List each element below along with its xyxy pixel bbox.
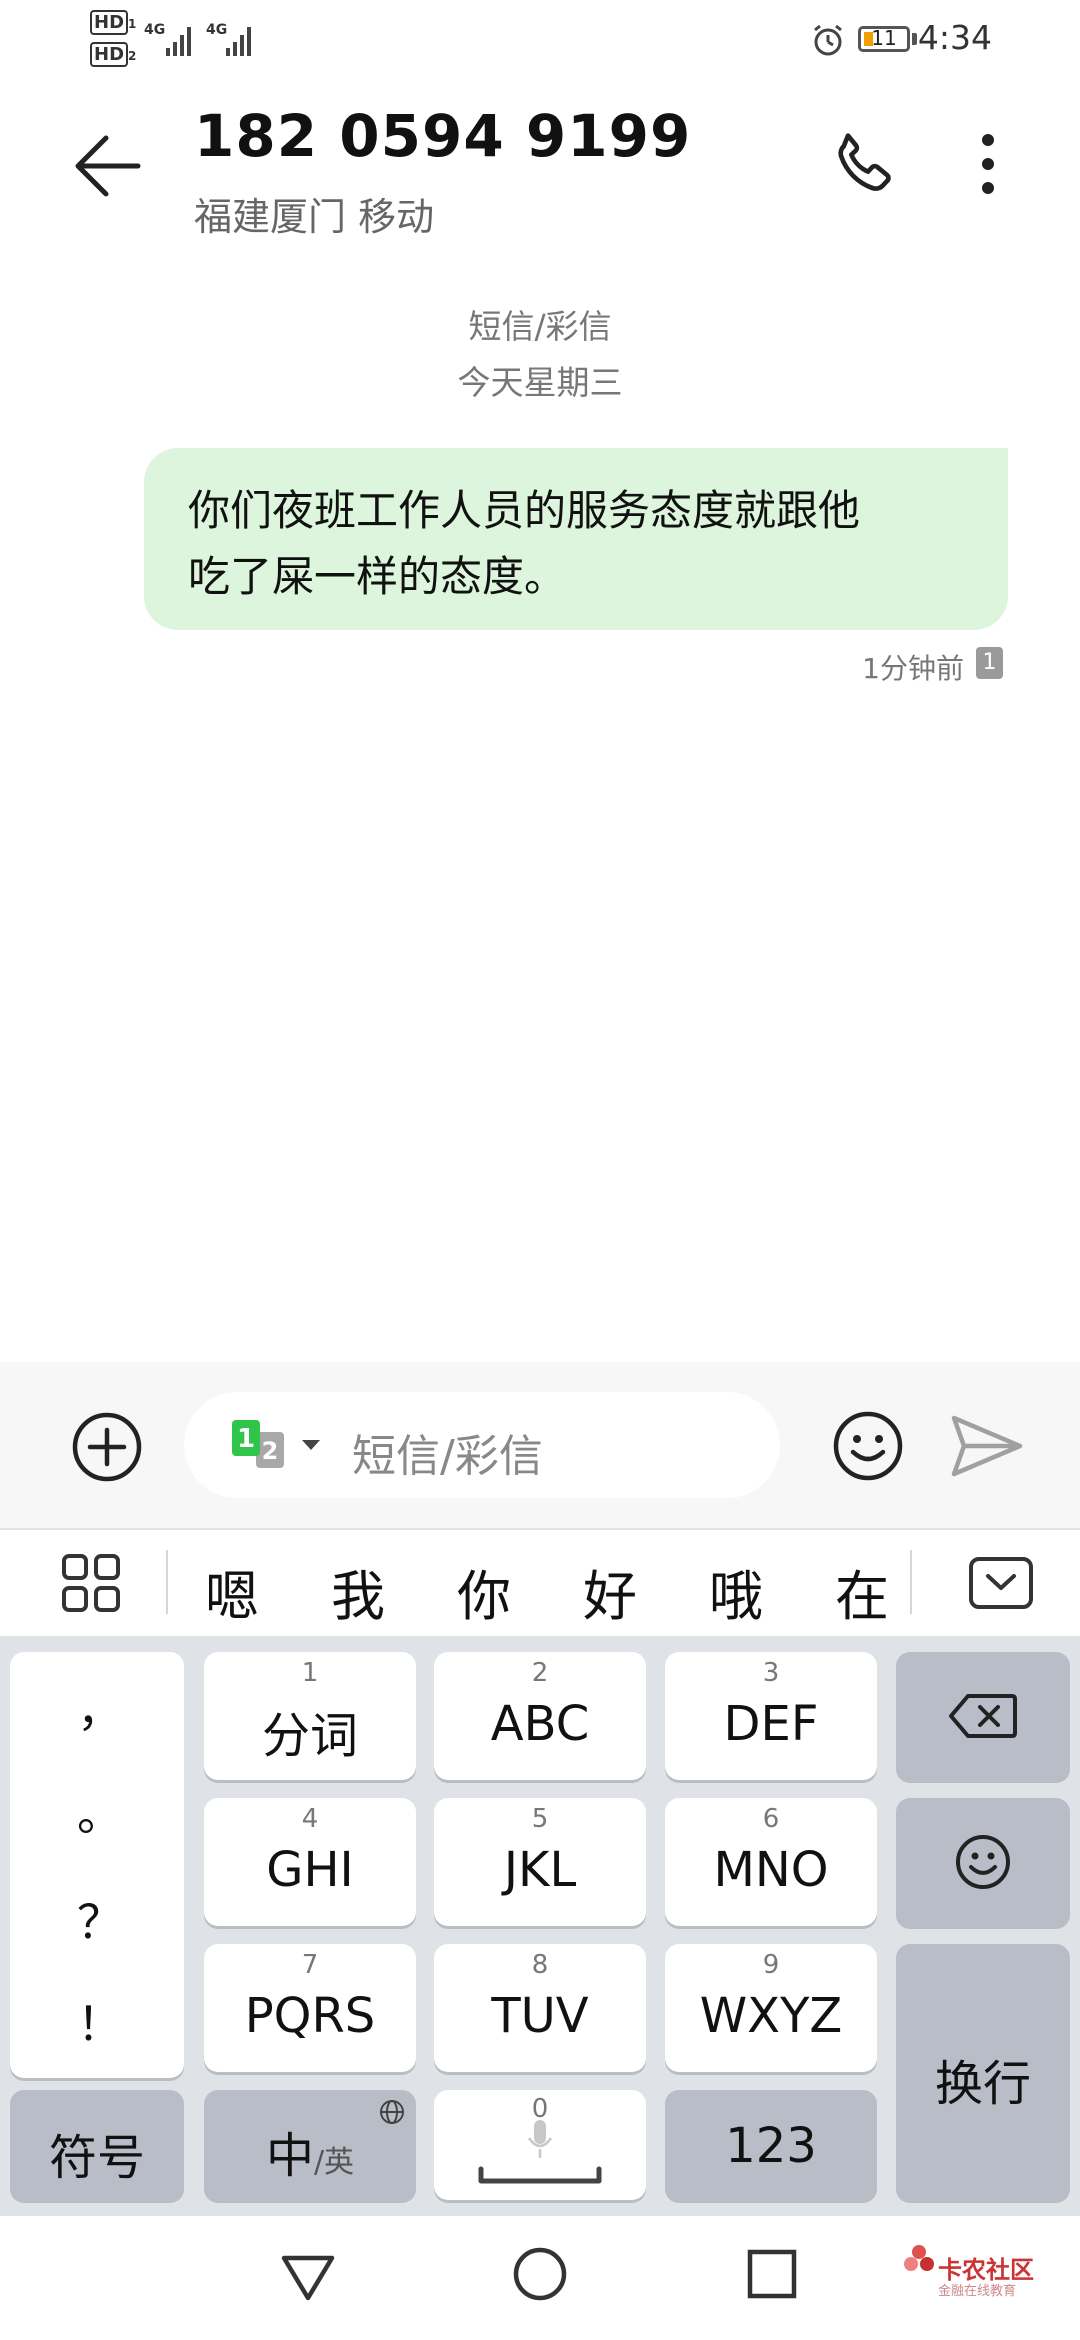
navigation-bar [0, 2216, 1080, 2340]
nav-back-icon [281, 2255, 335, 2301]
backspace-key[interactable] [896, 1652, 1070, 1780]
message-text-line: 你们夜班工作人员的服务态度就跟他 [188, 486, 861, 535]
contact-location: 福建厦门 移动 [194, 195, 435, 239]
numeric-key[interactable]: 123 [665, 2090, 877, 2200]
contact-number: 182 0594 9199 [194, 102, 692, 170]
key-6[interactable]: 6 MNO [665, 1798, 877, 1926]
punctuation-panel: ， 。 ？ ！ [10, 1652, 184, 2078]
emoji-button[interactable] [828, 1406, 908, 1486]
add-attachment-button[interactable] [70, 1410, 144, 1484]
nav-home-icon [513, 2247, 567, 2301]
punctuation-key[interactable]: 。 [10, 1778, 190, 1844]
candidate-separator [166, 1550, 168, 1614]
sim-primary-badge: 1 [232, 1420, 260, 1456]
battery-tip [912, 33, 917, 45]
candidate-word[interactable]: 在 [822, 1552, 902, 1631]
battery-icon: 11 [858, 26, 910, 52]
alarm-icon [814, 24, 842, 56]
message-text-line: 吃了屎一样的态度。 [188, 552, 567, 601]
message-bubble[interactable]: 你们夜班工作人员的服务态度就跟他 吃了屎一样的态度。 [144, 448, 1008, 630]
back-arrow-icon [75, 135, 141, 197]
key-3[interactable]: 3 DEF [665, 1652, 877, 1780]
punctuation-key[interactable]: ， [10, 1674, 190, 1740]
battery-level: 11 [871, 26, 897, 50]
candidate-word[interactable]: 我 [318, 1552, 398, 1631]
key-5[interactable]: 5 JKL [434, 1798, 646, 1926]
date-separator: 今天星期三 [457, 363, 623, 402]
nav-home-button[interactable] [510, 2244, 570, 2304]
signal-icon [226, 27, 251, 56]
candidate-word[interactable]: 好 [570, 1552, 650, 1631]
key-1[interactable]: 1 分词 [204, 1652, 416, 1780]
space-bar-icon [478, 2166, 602, 2184]
candidate-word[interactable]: 嗯 [192, 1552, 272, 1631]
phone-icon [838, 133, 891, 191]
message-input-placeholder: 短信/彩信 [352, 1431, 543, 1482]
key-2[interactable]: 2 ABC [434, 1652, 646, 1780]
keyboard: ， 。 ？ ！ 1 分词 2 ABC 3 DEF 4 GHI 5 JKL 6 M… [0, 1636, 1080, 2216]
add-circle-icon [72, 1412, 142, 1482]
symbol-key[interactable]: 符号 [10, 2090, 184, 2200]
enter-key[interactable]: 换行 [896, 1944, 1070, 2200]
sim1-hd-label: HD 1 [90, 10, 136, 35]
key-9[interactable]: 9 WXYZ [665, 1944, 877, 2072]
candidate-separator [910, 1550, 912, 1614]
grid-icon [62, 1554, 120, 1612]
nav-recents-icon [747, 2249, 797, 2299]
status-bar: HD 1 HD 2 4G 4G 11 4:34 [0, 0, 1080, 80]
watermark-subtitle: 金融在线教育 [938, 2284, 1017, 2299]
space-key[interactable]: 0 [434, 2090, 646, 2200]
hide-keyboard-button[interactable] [968, 1556, 1034, 1612]
language-switch-key[interactable]: 中/英 [204, 2090, 416, 2200]
back-button[interactable] [60, 120, 154, 214]
key-4[interactable]: 4 GHI [204, 1798, 416, 1926]
sim-secondary-badge: 2 [256, 1432, 284, 1468]
key-8[interactable]: 8 TUV [434, 1944, 646, 2072]
more-vertical-icon [982, 134, 994, 194]
call-button[interactable] [826, 124, 906, 204]
net1-label: 4G [144, 22, 166, 38]
message-type-label: 短信/彩信 [468, 307, 612, 346]
nav-back-button[interactable] [278, 2246, 338, 2306]
punctuation-key[interactable]: ！ [10, 1988, 190, 2054]
keyboard-menu-button[interactable] [60, 1552, 124, 1616]
mic-icon [527, 2120, 553, 2158]
hide-keyboard-icon [969, 1557, 1033, 1609]
send-button[interactable] [946, 1408, 1026, 1484]
emoji-icon [833, 1411, 903, 1481]
message-sim-badge: 1 [976, 647, 1003, 679]
candidate-bar [0, 1528, 1080, 1638]
signal-icon [166, 27, 191, 56]
sim2-hd-label: HD 2 [90, 42, 136, 67]
sim-selector[interactable]: 2 1 [228, 1418, 328, 1474]
more-button[interactable] [966, 124, 1010, 204]
emoji-key-icon [956, 1835, 1010, 1889]
globe-icon [380, 2100, 404, 2124]
watermark-logo-icon [904, 2245, 934, 2271]
punctuation-key[interactable]: ？ [10, 1886, 190, 1952]
message-time: 1分钟前 [862, 652, 964, 685]
chevron-down-icon [302, 1440, 320, 1450]
key-7[interactable]: 7 PQRS [204, 1944, 416, 2072]
send-icon [951, 1415, 1023, 1477]
nav-recents-button[interactable] [742, 2244, 802, 2304]
status-time: 4:34 [917, 18, 992, 57]
candidate-word[interactable]: 你 [444, 1552, 524, 1631]
candidate-word[interactable]: 哦 [696, 1552, 776, 1631]
emoji-key[interactable] [896, 1798, 1070, 1926]
backspace-icon [949, 1694, 1017, 1738]
